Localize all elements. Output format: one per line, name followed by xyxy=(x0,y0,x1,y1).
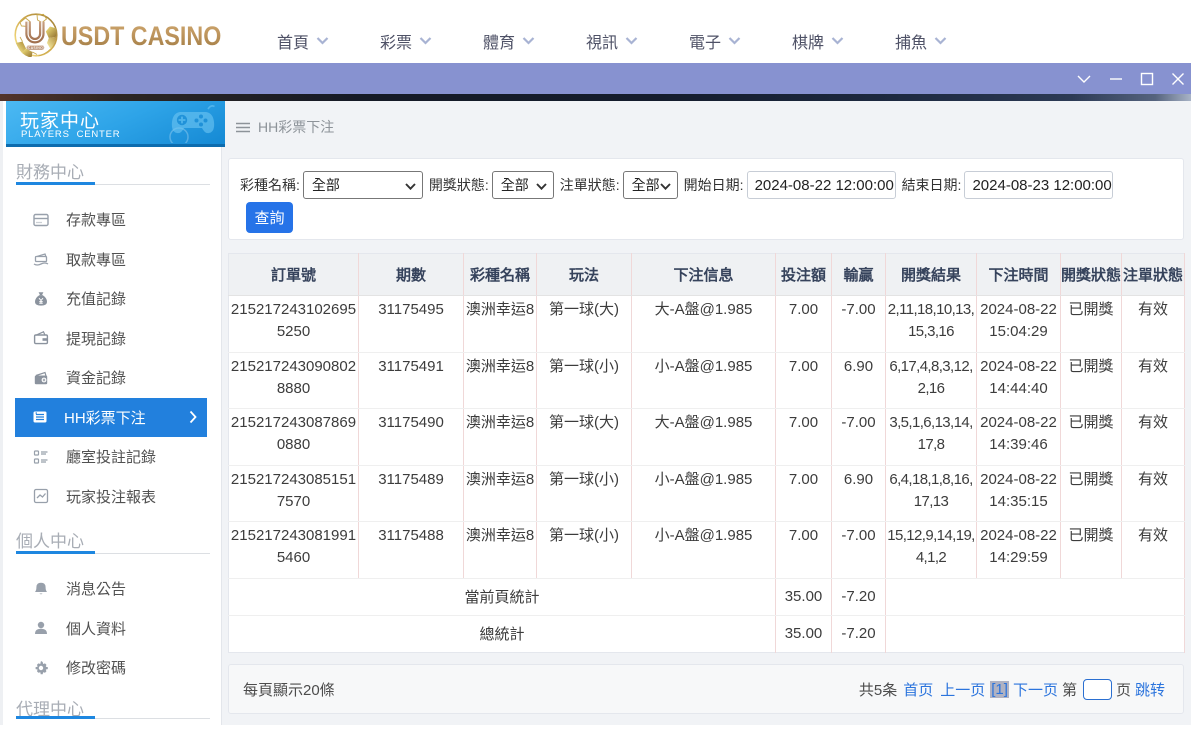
svg-text:CASINO: CASINO xyxy=(28,46,43,50)
